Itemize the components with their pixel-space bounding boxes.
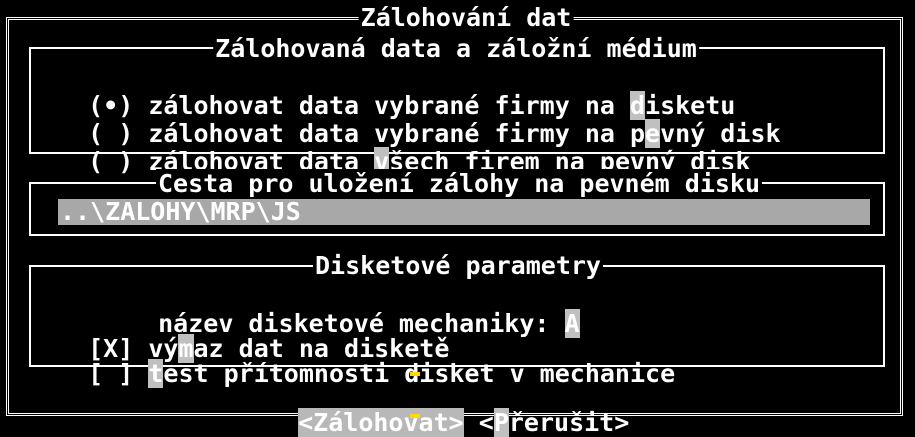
- cancel-bracket: <: [478, 408, 494, 437]
- backup-button[interactable]: <Zálohovat>: [298, 408, 464, 437]
- shadow-tick: [410, 414, 420, 418]
- media-group-title: Zálohovaná data a záložní médium: [213, 34, 699, 63]
- shadow-tick: [410, 372, 420, 376]
- backup-path-input[interactable]: ..\ZALOHY\MRP\JS: [58, 199, 870, 225]
- radio-marker: ( ): [88, 147, 134, 176]
- floppy-group-title: Disketové parametry: [313, 251, 603, 280]
- checkbox-mark: [ ]: [88, 359, 134, 388]
- cancel-button[interactable]: <Přerušit>: [478, 408, 630, 437]
- path-group-title: Cesta pro uložení zálohy na pevném disku: [155, 169, 763, 198]
- hotkey-letter: P: [493, 408, 509, 437]
- radio-option-all-firms[interactable]: ( ) zálohovat data všech firem na pevný …: [58, 118, 750, 176]
- button-row: <Zálohovat> <Přerušit>: [268, 379, 629, 437]
- cancel-label-rest: řerušit>: [508, 408, 630, 437]
- dialog-title: Zálohování dat: [358, 3, 574, 32]
- hotkey-letter: t: [148, 359, 164, 388]
